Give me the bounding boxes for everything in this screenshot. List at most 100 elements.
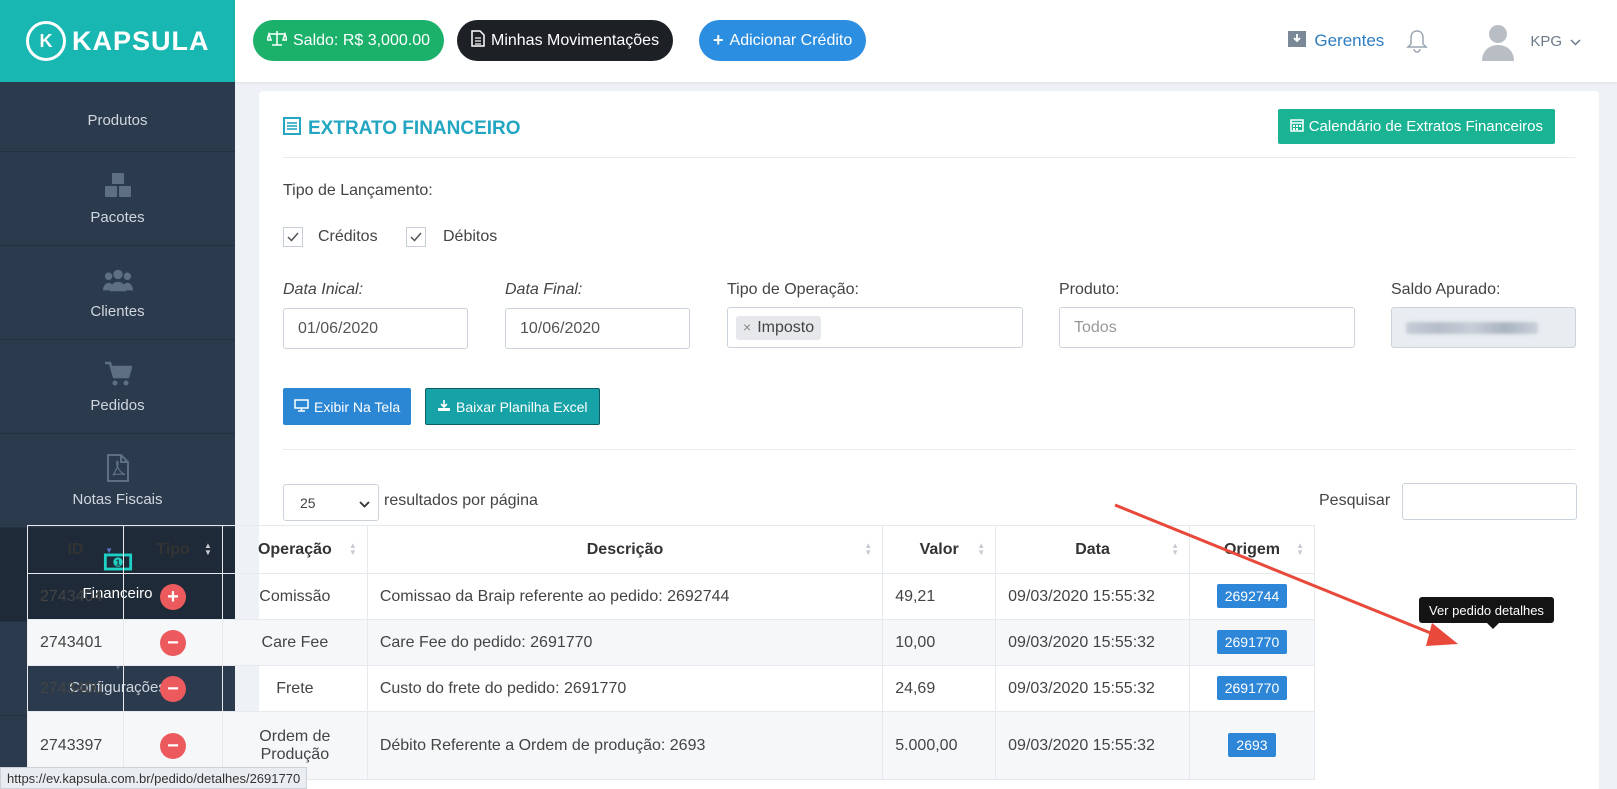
divider [283,449,1575,450]
page-title-text: EXTRATO FINANCEIRO [308,118,521,139]
cell-valor: 24,69 [882,665,997,712]
search-label: Pesquisar [1319,492,1391,509]
extrato-table: ID ▼ Tipo ▲ ▼ Operação ▲ ▼ Descrição ▲ ▼ Valor ▲… [27,525,1315,780]
calendar-icon [1289,118,1304,136]
debitos-label: Débitos [443,228,498,245]
cell-operacao: Care Fee [221,619,368,666]
calendario-extratos-button[interactable]: Calendário de Extratos Financeiros [1277,109,1555,144]
cell-valor: 10,00 [882,619,997,666]
cell-descricao: Comissao da Braip referente ao pedido: 2… [366,573,884,620]
data-final-input[interactable]: 10/06/2020 [505,308,690,349]
cell-data: 09/03/2020 15:55:32 [995,619,1190,666]
debit-minus-icon: − [159,675,186,702]
gerentes-label: Gerentes [1314,31,1385,50]
minhas-movimentacoes-button[interactable]: Minhas Movimentações [457,20,674,61]
brand[interactable]: K KAPSULA [0,0,235,82]
exibir-label: Exibir Na Tela [314,398,401,415]
calendario-label: Calendário de Extratos Financeiros [1308,118,1543,135]
cell-id: 2743401 [27,619,124,666]
cell-id: 2743400 [27,665,124,712]
tipo-lancamento-label: Tipo de Lançamento: [283,182,433,199]
chevron-down-icon [359,495,370,511]
produto-select[interactable]: Todos [1059,307,1355,348]
blurred-value [1406,321,1538,334]
saldo-label: Saldo: R$ 3,000.00 [293,31,430,49]
kapsula-logo-icon: K [26,21,66,61]
cell-descricao: Care Fee do pedido: 2691770 [366,619,884,666]
column-header-descricao[interactable]: Descrição ▲ ▼ [366,525,884,574]
saldo-apurado-label: Saldo Apurado: [1391,281,1501,298]
cell-valor: 5.000,00 [882,711,997,780]
sidebar-item-pacotes[interactable]: Pacotes [0,152,235,246]
table-row[interactable]: 2743401 − Care Fee Care Fee do pedido: 2… [27,619,1315,666]
data-final-label: Data Final: [505,281,583,298]
page-size-value: 25 [300,494,316,511]
balance-scale-icon [265,30,289,51]
origem-link[interactable]: 2691770 [1216,629,1288,654]
origem-link[interactable]: 2691770 [1216,675,1288,700]
cell-operacao: Frete [221,665,368,712]
user-name: KPG [1530,32,1562,50]
debit-minus-icon: − [159,732,186,759]
debitos-checkbox[interactable] [406,227,426,247]
cubes-icon [103,171,133,201]
search-input[interactable] [1402,483,1577,520]
tipo-operacao-select[interactable]: × Imposto [727,307,1023,348]
avatar[interactable] [1480,21,1516,61]
sidebar-item-label: Clientes [90,303,145,320]
origem-link[interactable]: 2693 [1228,732,1276,757]
column-header-operacao[interactable]: Operação ▲ ▼ [221,525,368,574]
creditos-label: Créditos [318,228,378,245]
per-page-label: resultados por página [384,492,538,509]
creditos-checkbox[interactable] [283,227,303,247]
page-size-select[interactable]: 25 [283,484,379,521]
page-title: EXTRATO FINANCEIRO [283,117,521,141]
movimentacoes-label: Minhas Movimentações [491,31,660,49]
download-icon [437,399,451,415]
column-header-valor[interactable]: Valor ▲ ▼ [882,525,997,574]
cell-operacao: Comissão [221,573,368,620]
sidebar-item-produtos[interactable]: Produtos [0,82,235,152]
debit-minus-icon: − [159,629,186,656]
table-row[interactable]: 2743400 − Frete Custo do frete do pedido… [27,665,1315,712]
exibir-na-tela-button[interactable]: Exibir Na Tela [283,388,412,425]
data-inicial-input[interactable]: 01/06/2020 [283,308,468,349]
adicionar-label: Adicionar Crédito [729,31,853,49]
chevron-down-icon [1570,33,1581,50]
saldo-button[interactable]: Saldo: R$ 3,000.00 [253,20,444,61]
status-url: https://ev.kapsula.com.br/pedido/detalhe… [0,767,308,789]
remove-tag-icon[interactable]: × [743,319,751,335]
column-header-id[interactable]: ID ▼ [27,525,124,574]
list-icon [283,117,301,141]
plus-icon: + [713,30,724,50]
sidebar-item-notas-fiscais[interactable]: Notas Fiscais [0,434,235,528]
user-menu[interactable]: KPG [1530,33,1581,50]
operacao-tag[interactable]: × Imposto [736,315,822,340]
column-header-data[interactable]: Data ▲ ▼ [995,525,1190,574]
gerentes-link[interactable]: Gerentes [1288,30,1384,53]
sidebar-item-pedidos[interactable]: Pedidos [0,340,235,434]
tipo-operacao-label: Tipo de Operação: [727,281,859,298]
baixar-planilha-button[interactable]: Baixar Planilha Excel [425,388,600,425]
origem-link[interactable]: 2692744 [1216,583,1288,608]
sidebar-item-label: Produtos [87,112,148,129]
users-icon [102,265,133,295]
column-header-origem[interactable]: Origem ▲ ▼ [1189,525,1315,574]
bell-icon[interactable] [1406,29,1429,53]
table-row[interactable]: 2743404 + Comissão Comissao da Braip ref… [27,573,1315,620]
cell-descricao: Custo do frete do pedido: 2691770 [366,665,884,712]
adicionar-credito-button[interactable]: + Adicionar Crédito [699,20,867,61]
topbar: Saldo: R$ 3,000.00 Minhas Movimentações … [235,0,1617,82]
brand-name: KAPSULA [72,25,210,56]
sidebar-item-label: Pedidos [90,397,145,414]
cell-descricao: Débito Referente a Ordem de produção: 26… [366,711,884,780]
operacao-tag-label: Imposto [757,318,815,336]
sidebar-item-clientes[interactable]: Clientes [0,246,235,340]
credit-plus-icon: + [159,583,186,610]
pdf-file-icon [103,453,133,483]
column-header-tipo[interactable]: Tipo ▲ ▼ [122,525,223,574]
baixar-label: Baixar Planilha Excel [456,398,588,415]
produto-label: Produto: [1059,281,1120,298]
document-icon [471,29,485,52]
divider [283,157,1575,158]
